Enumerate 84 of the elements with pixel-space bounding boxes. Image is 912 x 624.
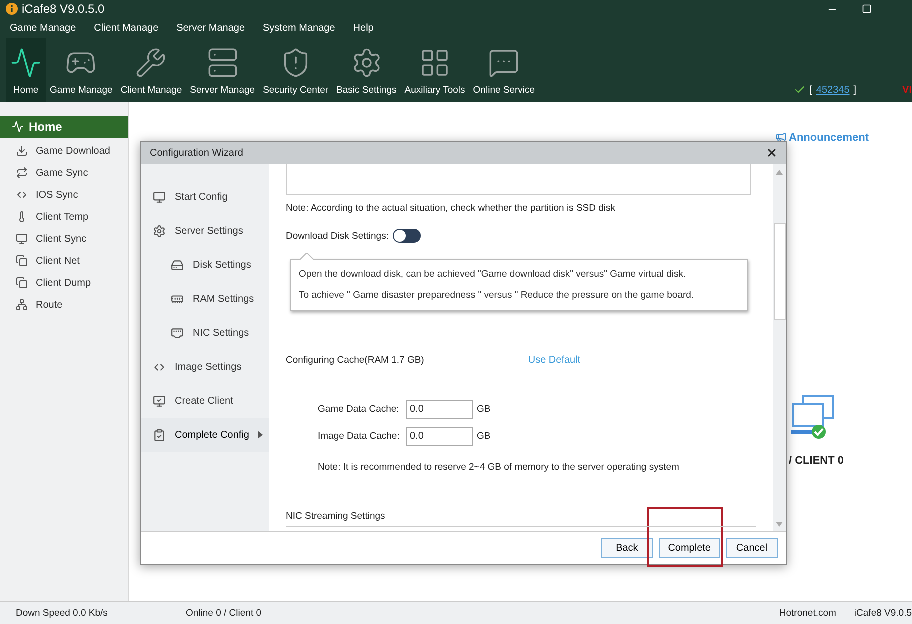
sidebar-item[interactable]: IOS Sync: [0, 184, 128, 206]
wizard-step[interactable]: Start Config: [141, 180, 269, 214]
dialog-button[interactable]: Cancel: [726, 538, 778, 558]
input-field[interactable]: 0.0: [406, 427, 473, 446]
toolbar-button[interactable]: Security Center: [259, 38, 333, 102]
wizard-step[interactable]: Server Settings: [141, 214, 269, 248]
chat-icon: [488, 47, 520, 79]
website-label: Hotronet.com: [779, 608, 836, 618]
field-label: Image Data Cache:: [318, 431, 401, 442]
info-icon: [6, 3, 18, 15]
wizard-step[interactable]: Image Settings: [141, 350, 269, 384]
sidebar-item[interactable]: Client Temp: [0, 206, 128, 228]
monitor-icon: [153, 190, 166, 204]
memory-icon: [171, 292, 184, 306]
toolbar-button[interactable]: Server Manage: [186, 38, 260, 102]
online-status: Online 0 / Client 0: [186, 608, 262, 618]
wizard-step[interactable]: Complete Config: [141, 418, 269, 452]
sidebar-header[interactable]: Home: [0, 116, 128, 138]
dialog-button[interactable]: Complete: [659, 538, 720, 558]
sidebar-item[interactable]: Game Download: [0, 140, 128, 162]
toggle-label: Download Disk Settings:: [286, 230, 389, 242]
download-icon: [16, 145, 28, 157]
wizard-step[interactable]: Create Client: [141, 384, 269, 418]
memory-note: Note: It is recommended to reserve 2~4 GB of memory to the server operating system: [318, 462, 680, 473]
client-count: / CLIENT 0: [789, 455, 844, 467]
sync-icon: [16, 167, 28, 179]
nic-heading: NIC Streaming Settings: [286, 511, 386, 522]
arrows-icon: [16, 189, 28, 201]
megaphone-icon: [775, 132, 787, 144]
tooltip-text: Open the download disk, can be achieved "Game download disk" versus" Game virtual disk.: [299, 268, 688, 282]
wizard-step[interactable]: RAM Settings: [141, 282, 269, 316]
monitor-icon: [16, 233, 28, 245]
gear-icon: [153, 224, 166, 238]
toolbar-button[interactable]: Online Service: [469, 38, 540, 102]
field-label: Game Data Cache:: [318, 404, 400, 415]
check-icon: [794, 84, 806, 96]
sidebar-item[interactable]: Game Sync: [0, 162, 128, 184]
toolbar-button[interactable]: Basic Settings: [332, 38, 401, 102]
vip-label: VI: [902, 85, 912, 96]
download-speed: Down Speed 0.0 Kb/s: [16, 608, 109, 618]
network-card-icon: [171, 326, 184, 340]
cache-heading: Configuring Cache(RAM 1.7 GB): [286, 355, 424, 366]
wrench-icon: [135, 47, 168, 79]
unit-label: GB: [477, 431, 491, 442]
bracket: ]: [854, 85, 857, 96]
clipboard-icon: [153, 428, 166, 442]
screens-icon: [16, 255, 28, 267]
pulse-icon: [12, 121, 24, 133]
toggle-switch[interactable]: [392, 229, 421, 243]
sidebar-item[interactable]: Client Sync: [0, 228, 128, 250]
input-field[interactable]: 0.0: [406, 400, 473, 419]
menu-item[interactable]: Server Manage: [176, 22, 246, 34]
wizard-step[interactable]: NIC Settings: [141, 316, 269, 350]
window-title: iCafe8 V9.0.5.0: [22, 2, 105, 16]
dialog-button[interactable]: Back: [601, 538, 654, 558]
unit-label: GB: [477, 404, 491, 415]
toolbar-button[interactable]: Client Manage: [116, 38, 186, 102]
wizard-step[interactable]: Disk Settings: [141, 248, 269, 282]
bracket: [: [810, 85, 812, 96]
version-label: iCafe8 V9.0.5: [854, 608, 912, 618]
pulse-icon: [10, 47, 42, 79]
dialog-title: Configuration Wizard: [150, 148, 244, 158]
toolbar-button[interactable]: Home: [6, 38, 46, 102]
sidebar-item[interactable]: Route: [0, 294, 128, 316]
network-icon: [16, 299, 28, 311]
sidebar-item[interactable]: Client Dump: [0, 272, 128, 294]
menu-item[interactable]: Game Manage: [10, 22, 76, 34]
caret-icon: [258, 431, 264, 439]
close-icon[interactable]: [766, 147, 778, 159]
sidebar-item[interactable]: Client Net: [0, 250, 128, 272]
server-icon: [206, 47, 239, 79]
ssd-note: Note: According to the actual situation, check whether the partition is SSD disk: [286, 203, 617, 214]
scroll-thumb[interactable]: [774, 223, 786, 320]
toolbar-button[interactable]: Auxiliary Tools: [400, 38, 470, 102]
account-link[interactable]: 452345: [816, 85, 850, 96]
menu-item[interactable]: System Manage: [263, 22, 336, 34]
menu-item[interactable]: Client Manage: [94, 22, 159, 34]
menu-item[interactable]: Help: [353, 22, 374, 34]
toolbar-button[interactable]: Game Manage: [46, 38, 117, 102]
computer-icon: [153, 394, 166, 408]
tooltip-text: To achieve " Game disaster preparedness " versus " Reduce the pressure on the game board.: [299, 289, 696, 303]
maximize-icon[interactable]: [862, 4, 872, 14]
drive-icon: [171, 258, 184, 272]
screens-icon: [16, 277, 28, 289]
